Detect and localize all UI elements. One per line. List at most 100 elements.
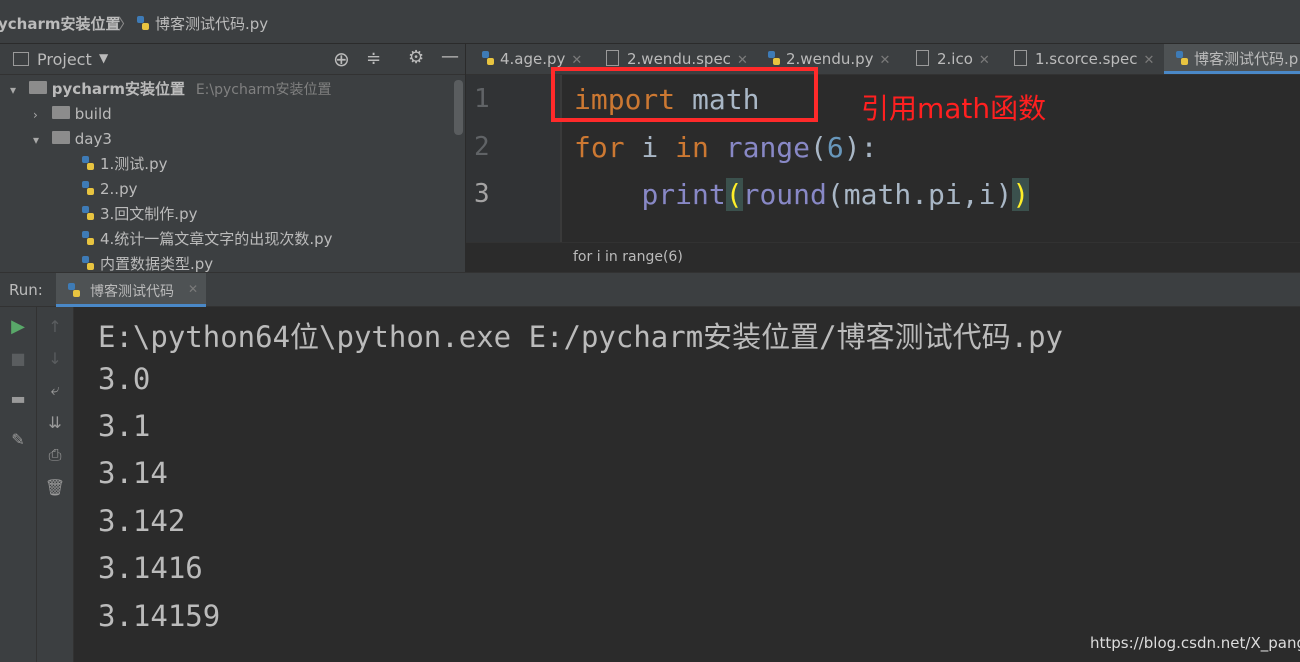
project-scrollbar[interactable] <box>454 80 463 135</box>
close-icon[interactable]: ✕ <box>1143 53 1154 68</box>
tree-item-build[interactable]: › build <box>33 102 112 127</box>
tab-label: 1.scorce.spec <box>1035 50 1138 68</box>
tree-item-file[interactable]: 内置数据类型.py <box>80 252 213 272</box>
text-file-icon <box>606 49 619 66</box>
hide-panel-icon[interactable]: — <box>441 46 459 67</box>
text-file-icon <box>916 49 929 66</box>
tree-item-label: 1.测试.py <box>100 155 168 173</box>
tab-blog-test-code[interactable]: 博客测试代码.p <box>1164 44 1300 74</box>
code-token: i <box>624 131 676 164</box>
breadcrumb-separator: 〉 <box>118 15 134 33</box>
project-panel-title[interactable]: Project <box>37 50 92 69</box>
tree-item-label: 3.回文制作.py <box>100 205 198 223</box>
tree-item-label: pycharm安装位置 <box>51 80 186 98</box>
tab-label: 博客测试代码.p <box>1194 50 1299 68</box>
console-line: 3.1416 <box>98 551 203 585</box>
python-file-icon <box>768 50 780 65</box>
chevron-down-icon[interactable]: ▾ <box>33 128 47 153</box>
project-view-icon <box>13 52 29 66</box>
code-token: ): <box>843 131 878 164</box>
tab-label: 2.wendu.spec <box>627 50 731 68</box>
breadcrumb-file-label: 博客测试代码.py <box>155 15 269 33</box>
code-breadcrumb: for i in range(6) <box>466 242 1300 272</box>
python-file-icon <box>82 230 94 245</box>
tab-label: 2.wendu.py <box>786 50 874 68</box>
collapse-all-icon[interactable]: ≑ <box>366 48 381 69</box>
breadcrumb-file[interactable]: 博客测试代码.py <box>135 13 268 34</box>
soft-wrap-icon[interactable]: ⤶ <box>45 380 65 400</box>
close-icon[interactable]: ✕ <box>571 53 582 68</box>
tab-label: 4.age.py <box>500 50 566 68</box>
python-file-icon <box>1176 50 1188 65</box>
tree-item-root[interactable]: ▾ pycharm安装位置 E:\pycharm安装位置 <box>10 77 332 102</box>
code-line-3: print(round(math.pi,i)) <box>574 178 1030 211</box>
chevron-right-icon[interactable]: › <box>33 103 47 128</box>
tree-item-file[interactable]: 3.回文制作.py <box>80 202 197 227</box>
folder-icon <box>51 131 70 144</box>
python-file-icon <box>82 205 94 220</box>
close-icon[interactable]: ✕ <box>880 53 891 68</box>
tree-item-label: 内置数据类型.py <box>100 255 214 272</box>
code-token: ( <box>810 131 827 164</box>
annotation-label: 引用math函数 <box>861 92 1047 125</box>
project-panel: Project ▼ ⊕ ≑ ⚙ — ▾ pycharm安装位置 E:\pycha… <box>0 44 465 272</box>
locate-icon[interactable]: ⊕ <box>333 47 350 71</box>
code-token: in <box>675 131 709 164</box>
stop-icon[interactable]: ■ <box>8 348 28 368</box>
folder-icon <box>28 81 47 94</box>
run-toolbar-primary: ▶ ■ ▬ ✎ <box>0 307 37 662</box>
tree-item-day3[interactable]: ▾ day3 <box>33 127 112 152</box>
close-icon[interactable]: ✕ <box>737 53 748 68</box>
code-token: 6 <box>826 131 844 164</box>
tab-2-ico[interactable]: 2.ico ✕ <box>916 44 990 74</box>
run-tab-label: 博客测试代码 <box>90 284 174 300</box>
run-tool-window-header: Run: 博客测试代码 ✕ <box>0 272 1300 307</box>
pin-icon[interactable]: ✎ <box>8 429 28 449</box>
tree-item-file[interactable]: 1.测试.py <box>80 152 167 177</box>
line-number: 3 <box>474 179 490 209</box>
close-icon[interactable]: ✕ <box>979 53 990 68</box>
tab-label: 2.ico <box>937 50 973 68</box>
tree-item-path: E:\pycharm安装位置 <box>195 82 332 98</box>
arrow-down-icon[interactable]: ↓ <box>45 348 65 368</box>
close-icon[interactable]: ✕ <box>188 282 198 296</box>
tab-1-scorce-spec[interactable]: 1.scorce.spec ✕ <box>1014 44 1154 74</box>
tree-item-label: day3 <box>74 130 112 148</box>
gear-icon[interactable]: ⚙ <box>408 47 424 68</box>
navigation-breadcrumb: ycharm安装位置 〉 博客测试代码.py <box>0 0 1300 44</box>
console-line: 3.14 <box>98 456 168 490</box>
line-number-gutter: 1 2 3 <box>466 75 560 242</box>
layout-icon[interactable]: ▬ <box>8 388 28 408</box>
tree-item-file[interactable]: 2..py <box>80 177 137 202</box>
python-file-icon <box>82 255 94 270</box>
code-line-2: for i in range(6): <box>574 131 877 164</box>
console-line: E:\python64位\python.exe E:/pycharm安装位置/博… <box>98 320 1064 354</box>
arrow-up-icon[interactable]: ↑ <box>45 316 65 336</box>
code-token: for <box>574 131 625 164</box>
tree-item-file[interactable]: 4.统计一篇文章文字的出现次数.py <box>80 227 332 252</box>
code-breadcrumb-item[interactable]: for i in range(6) <box>573 249 683 265</box>
project-panel-header: Project ▼ ⊕ ≑ ⚙ — <box>0 44 465 75</box>
scroll-to-end-icon[interactable]: ⇊ <box>45 412 65 432</box>
python-file-icon <box>82 155 94 170</box>
run-toolbar-secondary: ↑ ↓ ⤶ ⇊ ⎙ 🗑 <box>37 307 74 662</box>
run-tab[interactable]: 博客测试代码 ✕ <box>56 273 206 307</box>
code-token: print <box>641 178 726 211</box>
code-editor[interactable]: import math for i in range(6): print(rou… <box>551 67 1300 242</box>
console-output[interactable]: E:\python64位\python.exe E:/pycharm安装位置/博… <box>74 307 1300 662</box>
tree-item-label: 4.统计一篇文章文字的出现次数.py <box>100 230 333 248</box>
chevron-down-icon[interactable]: ▼ <box>99 51 108 65</box>
console-line: 3.0 <box>98 362 151 396</box>
code-token: range <box>725 131 811 164</box>
chevron-down-icon[interactable]: ▾ <box>10 78 24 103</box>
highlight-box <box>551 67 818 122</box>
trash-icon[interactable]: 🗑 <box>45 477 65 497</box>
rerun-icon[interactable]: ▶ <box>8 316 28 337</box>
python-file-icon <box>137 15 149 30</box>
text-file-icon <box>1014 49 1027 66</box>
tree-item-label: build <box>74 105 112 123</box>
print-icon[interactable]: ⎙ <box>45 445 65 465</box>
breadcrumb-project[interactable]: ycharm安装位置 <box>0 13 121 34</box>
